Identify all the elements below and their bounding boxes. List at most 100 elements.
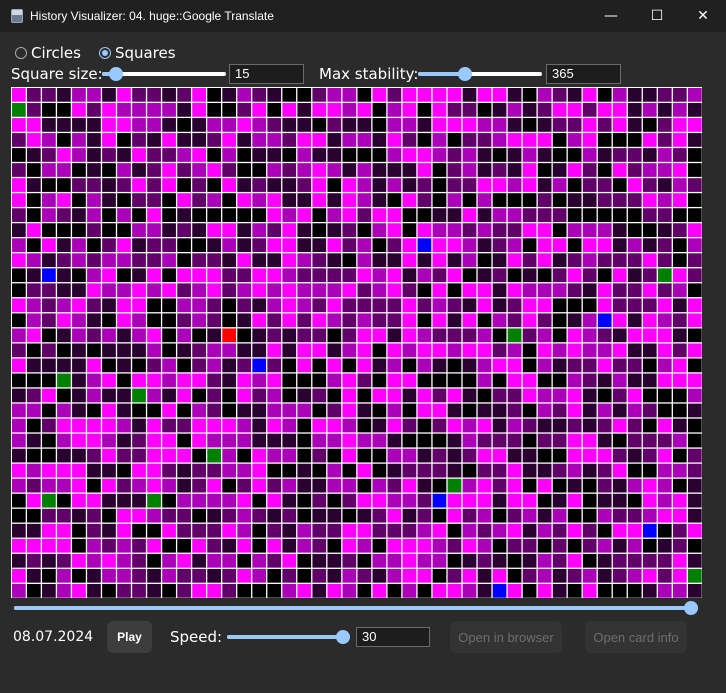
grid-cell[interactable] <box>132 208 146 222</box>
grid-cell[interactable] <box>372 238 387 253</box>
grid-cell[interactable] <box>42 298 56 313</box>
grid-cell[interactable] <box>447 538 462 553</box>
grid-cell[interactable] <box>342 568 357 583</box>
grid-cell[interactable] <box>87 313 101 328</box>
grid-cell[interactable] <box>537 448 552 463</box>
grid-cell[interactable] <box>627 163 642 177</box>
grid-cell[interactable] <box>372 328 387 343</box>
grid-cell[interactable] <box>627 103 642 117</box>
grid-cell[interactable] <box>402 523 417 538</box>
grid-cell[interactable] <box>657 268 672 283</box>
grid-cell[interactable] <box>312 493 327 508</box>
grid-cell[interactable] <box>102 268 116 283</box>
grid-cell[interactable] <box>237 343 252 358</box>
grid-cell[interactable] <box>687 238 702 253</box>
grid-cell[interactable] <box>462 118 477 132</box>
slider-thumb[interactable] <box>457 67 472 81</box>
grid-cell[interactable] <box>297 388 312 403</box>
grid-cell[interactable] <box>462 373 477 388</box>
grid-cell[interactable] <box>72 163 86 177</box>
grid-cell[interactable] <box>582 448 597 463</box>
grid-cell[interactable] <box>117 148 131 162</box>
grid-cell[interactable] <box>267 148 282 162</box>
grid-cell[interactable] <box>672 448 687 463</box>
grid-cell[interactable] <box>147 478 161 493</box>
grid-cell[interactable] <box>537 553 552 568</box>
grid-cell[interactable] <box>117 358 131 373</box>
grid-cell[interactable] <box>42 343 56 358</box>
grid-cell[interactable] <box>177 478 191 493</box>
grid-cell[interactable] <box>402 343 417 358</box>
grid-cell[interactable] <box>87 283 101 298</box>
grid-cell[interactable] <box>387 343 402 358</box>
grid-cell[interactable] <box>207 508 221 523</box>
grid-cell[interactable] <box>687 493 702 508</box>
play-button[interactable]: Play <box>107 621 152 653</box>
grid-cell[interactable] <box>87 133 101 147</box>
grid-cell[interactable] <box>222 448 237 463</box>
grid-cell[interactable] <box>297 133 312 147</box>
grid-cell[interactable] <box>162 208 176 222</box>
grid-cell[interactable] <box>327 418 342 433</box>
grid-cell[interactable] <box>192 523 206 538</box>
grid-cell[interactable] <box>372 253 387 268</box>
grid-cell[interactable] <box>207 268 221 283</box>
grid-cell[interactable] <box>27 238 41 253</box>
grid-cell[interactable] <box>117 343 131 358</box>
grid-cell[interactable] <box>417 538 432 553</box>
grid-cell[interactable] <box>597 418 612 433</box>
grid-cell[interactable] <box>42 568 56 583</box>
grid-cell[interactable] <box>237 238 252 253</box>
grid-cell[interactable] <box>162 223 176 237</box>
grid-cell[interactable] <box>147 343 161 358</box>
grid-cell[interactable] <box>57 583 71 598</box>
grid-cell[interactable] <box>597 223 612 237</box>
grid-cell[interactable] <box>327 373 342 388</box>
grid-cell[interactable] <box>342 523 357 538</box>
grid-cell[interactable] <box>192 373 206 388</box>
grid-cell[interactable] <box>417 448 432 463</box>
grid-cell[interactable] <box>267 508 282 523</box>
grid-cell[interactable] <box>132 328 146 343</box>
grid-cell[interactable] <box>342 298 357 313</box>
grid-cell[interactable] <box>372 433 387 448</box>
grid-cell[interactable] <box>132 373 146 388</box>
grid-cell[interactable] <box>627 478 642 493</box>
grid-cell[interactable] <box>612 193 627 207</box>
grid-cell[interactable] <box>447 253 462 268</box>
grid-cell[interactable] <box>192 313 206 328</box>
grid-cell[interactable] <box>387 553 402 568</box>
grid-cell[interactable] <box>177 583 191 598</box>
grid-cell[interactable] <box>342 328 357 343</box>
grid-cell[interactable] <box>42 178 56 192</box>
grid-cell[interactable] <box>357 118 372 132</box>
grid-cell[interactable] <box>372 163 387 177</box>
grid-cell[interactable] <box>657 523 672 538</box>
grid-cell[interactable] <box>27 148 41 162</box>
grid-cell[interactable] <box>417 238 432 253</box>
grid-cell[interactable] <box>57 463 71 478</box>
grid-cell[interactable] <box>642 433 657 448</box>
grid-cell[interactable] <box>372 493 387 508</box>
grid-cell[interactable] <box>387 388 402 403</box>
grid-cell[interactable] <box>72 148 86 162</box>
grid-cell[interactable] <box>672 163 687 177</box>
grid-cell[interactable] <box>417 508 432 523</box>
grid-cell[interactable] <box>132 193 146 207</box>
grid-cell[interactable] <box>147 448 161 463</box>
grid-cell[interactable] <box>327 238 342 253</box>
grid-cell[interactable] <box>417 583 432 598</box>
grid-cell[interactable] <box>432 223 447 237</box>
grid-cell[interactable] <box>537 418 552 433</box>
grid-cell[interactable] <box>432 553 447 568</box>
grid-cell[interactable] <box>372 103 387 117</box>
grid-cell[interactable] <box>132 388 146 403</box>
grid-cell[interactable] <box>12 208 26 222</box>
grid-cell[interactable] <box>222 508 237 523</box>
grid-cell[interactable] <box>492 283 507 298</box>
grid-cell[interactable] <box>567 358 582 373</box>
grid-cell[interactable] <box>537 193 552 207</box>
grid-cell[interactable] <box>462 493 477 508</box>
grid-cell[interactable] <box>672 283 687 298</box>
grid-cell[interactable] <box>57 343 71 358</box>
